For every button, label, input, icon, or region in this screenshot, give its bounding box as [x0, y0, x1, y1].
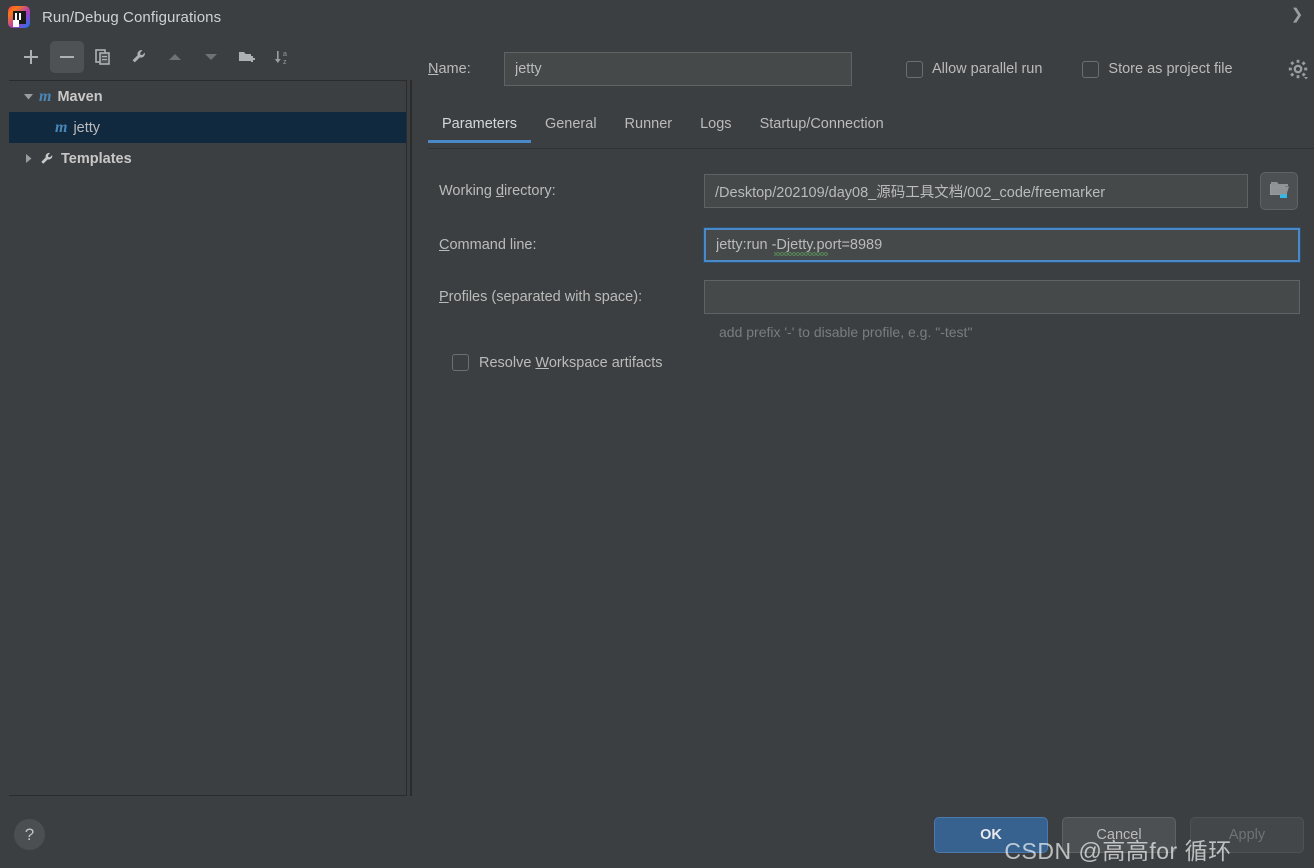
copy-icon [95, 49, 110, 65]
header-checkbox-group: Allow parallel run Store as project file [906, 58, 1309, 80]
profiles-row: Profiles (separated with space): [424, 280, 1314, 314]
working-directory-label: Working directory: [439, 183, 556, 199]
tree-node-label: Maven [57, 88, 103, 105]
configuration-editor-pane: Name: Allow parallel run Store as projec… [412, 52, 1314, 796]
wrench-icon [39, 151, 55, 167]
profiles-input[interactable] [704, 280, 1300, 314]
profiles-field-wrap [704, 280, 1300, 314]
working-directory-field-wrap [704, 172, 1298, 210]
tree-node-maven[interactable]: m Maven [9, 81, 406, 112]
store-as-project-file-checkbox[interactable]: Store as project file [1082, 60, 1233, 78]
profiles-label: Profiles (separated with space): [439, 289, 643, 305]
profiles-hint: add prefix '-' to disable profile, e.g. … [719, 324, 973, 340]
apply-button: Apply [1190, 817, 1304, 853]
tree-node-label: Templates [61, 150, 132, 167]
configurations-tree[interactable]: m Maven m jetty Templates [9, 80, 407, 796]
working-directory-input[interactable] [704, 174, 1248, 208]
move-down-button[interactable] [194, 41, 228, 73]
allow-parallel-run-checkbox[interactable]: Allow parallel run [906, 60, 1043, 78]
help-button[interactable]: ? [14, 819, 45, 850]
new-folder-button[interactable] [230, 41, 264, 73]
dialog-button-row: OK Cancel Apply [934, 817, 1304, 853]
name-row: Name: Allow parallel run Store as projec… [428, 52, 1314, 86]
resolve-workspace-artifacts-label: Resolve Workspace artifacts [479, 354, 663, 371]
folder-add-icon [239, 52, 255, 62]
checkbox-box[interactable] [452, 354, 469, 371]
dialog-footer: ? OK Cancel Apply [0, 800, 1314, 868]
checkbox-box[interactable] [1082, 60, 1100, 78]
maven-icon: m [39, 87, 52, 105]
close-icon[interactable]: ❯ [1286, 4, 1308, 26]
gear-icon[interactable] [1287, 58, 1309, 80]
tree-node-templates[interactable]: Templates [9, 143, 406, 174]
command-line-label: Command line: [439, 237, 537, 253]
arrow-down-icon [205, 54, 217, 60]
parameters-form: Working directory: /Desktop/202109/day08… [424, 172, 1314, 371]
expand-macros-button[interactable] [1260, 172, 1298, 210]
folder-macro-icon [1270, 184, 1287, 198]
remove-configuration-button[interactable] [50, 41, 84, 73]
intellij-idea-logo-icon [8, 6, 30, 28]
name-input[interactable] [504, 52, 852, 86]
checkbox-box[interactable] [906, 60, 923, 78]
chevron-right-icon[interactable] [19, 153, 37, 164]
wrench-icon [132, 50, 145, 63]
editor-tabs: Parameters General Runner Logs Startup/C… [428, 112, 1314, 149]
tab-runner[interactable]: Runner [611, 112, 687, 142]
command-line-field-wrap [704, 228, 1300, 262]
copy-configuration-button[interactable] [86, 41, 120, 73]
store-as-project-file-label: Store as project file [1108, 61, 1233, 77]
cancel-button[interactable]: Cancel [1062, 817, 1176, 853]
profiles-hint-row: add prefix '-' to disable profile, e.g. … [424, 324, 1314, 340]
working-directory-row: Working directory: [424, 172, 1314, 210]
svg-text:a: a [283, 51, 287, 58]
tab-parameters[interactable]: Parameters [428, 112, 531, 143]
maven-icon: m [55, 118, 68, 136]
dialog-body: m Maven m jetty Templates Name: jetty Al… [0, 52, 1314, 796]
tree-node-jetty[interactable]: m jetty [9, 112, 406, 143]
tab-general[interactable]: General [531, 112, 611, 142]
sort-alphabetically-button[interactable]: a z [266, 41, 300, 73]
sort-az-icon: a z [274, 51, 287, 66]
move-up-button[interactable] [158, 41, 192, 73]
allow-parallel-run-label: Allow parallel run [932, 61, 1043, 77]
resolve-workspace-artifacts-checkbox[interactable]: Resolve Workspace artifacts [424, 354, 1314, 371]
arrow-up-icon [169, 54, 181, 60]
tab-logs[interactable]: Logs [686, 112, 745, 142]
chevron-down-icon[interactable] [19, 91, 37, 102]
tab-startup-connection[interactable]: Startup/Connection [746, 112, 898, 142]
svg-text:z: z [283, 59, 287, 66]
ok-button[interactable]: OK [934, 817, 1048, 853]
add-configuration-button[interactable] [14, 41, 48, 73]
command-line-input[interactable] [704, 228, 1300, 262]
title-bar: Run/Debug Configurations ❯ [0, 0, 1314, 34]
command-line-row: Command line: [424, 228, 1314, 262]
minus-icon [60, 56, 74, 58]
edit-templates-button[interactable] [122, 41, 156, 73]
spellcheck-underline [774, 252, 828, 256]
window-title: Run/Debug Configurations [42, 8, 222, 26]
tree-node-label: jetty [73, 119, 101, 136]
plus-icon [24, 50, 38, 64]
name-label: Name: [428, 61, 471, 77]
